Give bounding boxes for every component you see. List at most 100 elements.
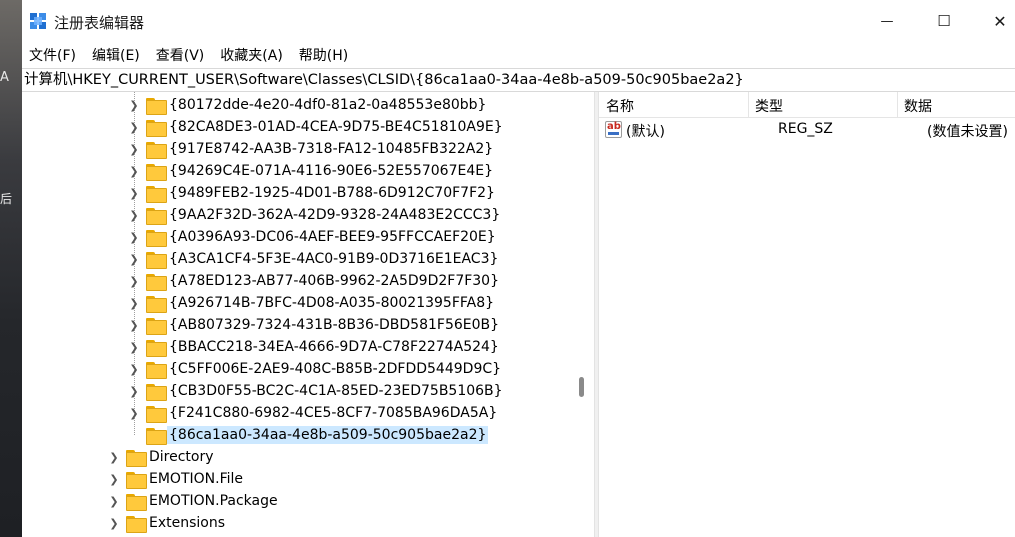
values-list: 名称 类型 数据 ab (默认) REG_SZ (数值未设置): [599, 92, 1015, 537]
tree-item-label: EMOTION.File: [149, 471, 243, 487]
tree-item[interactable]: ❯ Directory: [107, 446, 214, 468]
tree-item-label: {F241C880-6982-4CE5-8CF7-7085BA96DA5A}: [169, 405, 498, 421]
value-name: (默认): [626, 124, 665, 140]
expand-chevron-icon[interactable]: ❯: [127, 318, 141, 332]
expand-chevron-icon[interactable]: ❯: [127, 120, 141, 134]
values-list-header: 名称 类型 数据: [599, 92, 1015, 118]
value-row[interactable]: ab (默认) REG_SZ (数值未设置): [599, 119, 1015, 141]
tree-item[interactable]: ❯ {CB3D0F55-BC2C-4C1A-85ED-23ED75B5106B}: [127, 380, 503, 402]
folder-icon: [146, 229, 167, 247]
tree-item-label: {80172dde-4e20-4df0-81a2-0a48553e80bb}: [169, 97, 487, 113]
tree-item-selected[interactable]: {86ca1aa0-34aa-4e8b-a509-50c905bae2a2}: [127, 424, 489, 446]
tree-item-label: {C5FF006E-2AE9-408C-B85B-2DFDD5449D9C}: [169, 361, 502, 377]
expand-chevron-icon[interactable]: ❯: [127, 142, 141, 156]
tree-item[interactable]: ❯ {917E8742-AA3B-7318-FA12-10485FB322A2}: [127, 138, 493, 160]
menu-edit[interactable]: 编辑(E): [85, 45, 149, 65]
menu-view[interactable]: 查看(V): [149, 45, 214, 65]
tree-item[interactable]: ❯ {C5FF006E-2AE9-408C-B85B-2DFDD5449D9C}: [127, 358, 501, 380]
tree-item[interactable]: ❯ {80172dde-4e20-4df0-81a2-0a48553e80bb}: [127, 94, 486, 116]
tree-item-label: {AB807329-7324-431B-8B36-DBD581F56E0B}: [169, 317, 500, 333]
tree-item[interactable]: ❯ {A78ED123-AB77-406B-9962-2A5D9D2F7F30}: [127, 270, 499, 292]
column-header-data[interactable]: 数据: [904, 96, 932, 116]
tree-item[interactable]: ❯ EMOTION.Package: [107, 490, 278, 512]
folder-icon: [146, 405, 167, 423]
expand-chevron-icon[interactable]: ❯: [107, 450, 121, 464]
close-icon: ✕: [993, 11, 1007, 31]
desktop-fragment-hou: 后: [0, 192, 13, 206]
maximize-button[interactable]: ☐: [914, 0, 974, 42]
menu-favorites[interactable]: 收藏夹(A): [213, 45, 292, 65]
desktop-fragment-a: A: [0, 70, 9, 85]
expand-chevron-icon[interactable]: ❯: [127, 230, 141, 244]
value-type: REG_SZ: [778, 121, 833, 137]
tree-item[interactable]: ❯ {9489FEB2-1925-4D01-B788-6D912C70F7F2}: [127, 182, 495, 204]
tree-item-label: EMOTION.Package: [149, 493, 278, 509]
ab-string-icon: ab: [605, 121, 622, 138]
expand-chevron-icon[interactable]: ❯: [127, 406, 141, 420]
regedit-window: 注册表编辑器 — ☐ ✕ 文件(F) 编辑(E) 查看(V) 收藏夹(A) 帮助…: [22, 0, 1015, 537]
tree-item-label: {A926714B-7BFC-4D08-A035-80021395FFA8}: [169, 295, 495, 311]
folder-icon: [146, 163, 167, 181]
column-separator[interactable]: [897, 92, 898, 118]
address-bar[interactable]: 计算机\HKEY_CURRENT_USER\Software\Classes\C…: [22, 68, 1015, 92]
expand-chevron-icon[interactable]: ❯: [127, 164, 141, 178]
tree-item[interactable]: ❯ {F241C880-6982-4CE5-8CF7-7085BA96DA5A}: [127, 402, 497, 424]
tree-item-label: {CB3D0F55-BC2C-4C1A-85ED-23ED75B5106B}: [169, 383, 503, 399]
folder-icon: [146, 251, 167, 269]
key-tree: ❯ {80172dde-4e20-4df0-81a2-0a48553e80bb} ❯…: [22, 92, 572, 537]
tree-item[interactable]: ❯ {82CA8DE3-01AD-4CEA-9D75-BE4C51810A9E}: [127, 116, 503, 138]
folder-icon: [146, 295, 167, 313]
tree-item-label: Directory: [149, 449, 214, 465]
folder-icon: [146, 339, 167, 357]
title-bar[interactable]: 注册表编辑器 — ☐ ✕: [22, 0, 1015, 42]
tree-item[interactable]: ❯ {A3CA1CF4-5F3E-4AC0-91B9-0D3716E1EAC3}: [127, 248, 498, 270]
tree-item[interactable]: ❯ {BBACC218-34EA-4666-9D7A-C78F2274A524}: [127, 336, 499, 358]
tree-item[interactable]: ❯ Extensions: [107, 512, 225, 534]
folder-icon: [126, 471, 147, 489]
tree-item[interactable]: ❯ EMOTION.File: [107, 468, 243, 490]
desktop-background: A 后: [0, 0, 22, 537]
expand-chevron-icon[interactable]: ❯: [127, 208, 141, 222]
tree-item-label: {A78ED123-AB77-406B-9962-2A5D9D2F7F30}: [169, 273, 499, 289]
expand-chevron-icon[interactable]: ❯: [127, 98, 141, 112]
tree-item[interactable]: ❯ {9AA2F32D-362A-42D9-9328-24A483E2CCC3}: [127, 204, 500, 226]
expand-chevron-icon[interactable]: ❯: [127, 274, 141, 288]
expand-chevron-icon[interactable]: ❯: [127, 384, 141, 398]
expand-chevron-icon[interactable]: ❯: [127, 252, 141, 266]
expand-chevron-icon[interactable]: ❯: [107, 516, 121, 530]
tree-item[interactable]: ❯ {94269C4E-071A-4116-90E6-52E557067E4E}: [127, 160, 493, 182]
tree-item[interactable]: ❯ {A926714B-7BFC-4D08-A035-80021395FFA8}: [127, 292, 494, 314]
minimize-button[interactable]: —: [857, 0, 917, 42]
regedit-app-icon: [30, 13, 46, 29]
folder-icon: [146, 185, 167, 203]
menu-help[interactable]: 帮助(H): [292, 45, 357, 65]
expand-chevron-icon[interactable]: ❯: [127, 362, 141, 376]
column-separator[interactable]: [748, 92, 749, 118]
tree-item[interactable]: ❯ {AB807329-7324-431B-8B36-DBD581F56E0B}: [127, 314, 499, 336]
tree-item-label: {917E8742-AA3B-7318-FA12-10485FB322A2}: [169, 141, 494, 157]
expand-chevron-icon: [127, 428, 141, 442]
tree-item-label: {A0396A93-DC06-4AEF-BEE9-95FFCCAEF20E}: [169, 229, 496, 245]
expand-chevron-icon[interactable]: ❯: [127, 340, 141, 354]
menu-file[interactable]: 文件(F): [22, 45, 85, 65]
folder-icon: [126, 449, 147, 467]
tree-scroll-thumb[interactable]: [579, 377, 584, 397]
expand-chevron-icon[interactable]: ❯: [107, 472, 121, 486]
minimize-icon: —: [880, 13, 894, 29]
column-header-name[interactable]: 名称: [606, 96, 634, 116]
tree-item[interactable]: ❯ {A0396A93-DC06-4AEF-BEE9-95FFCCAEF20E}: [127, 226, 496, 248]
folder-icon: [146, 97, 167, 115]
folder-icon: [146, 119, 167, 137]
expand-chevron-icon[interactable]: ❯: [127, 186, 141, 200]
expand-chevron-icon[interactable]: ❯: [127, 296, 141, 310]
tree-item-label: {9489FEB2-1925-4D01-B788-6D912C70F7F2}: [169, 185, 495, 201]
tree-item-label: {9AA2F32D-362A-42D9-9328-24A483E2CCC3}: [169, 207, 501, 223]
folder-icon: [146, 361, 167, 379]
folder-icon: [146, 141, 167, 159]
folder-icon: [146, 317, 167, 335]
value-data: (数值未设置): [927, 124, 1008, 140]
close-button[interactable]: ✕: [970, 0, 1015, 42]
column-header-type[interactable]: 类型: [755, 96, 783, 116]
tree-scrollbar[interactable]: [572, 92, 592, 537]
expand-chevron-icon[interactable]: ❯: [107, 494, 121, 508]
